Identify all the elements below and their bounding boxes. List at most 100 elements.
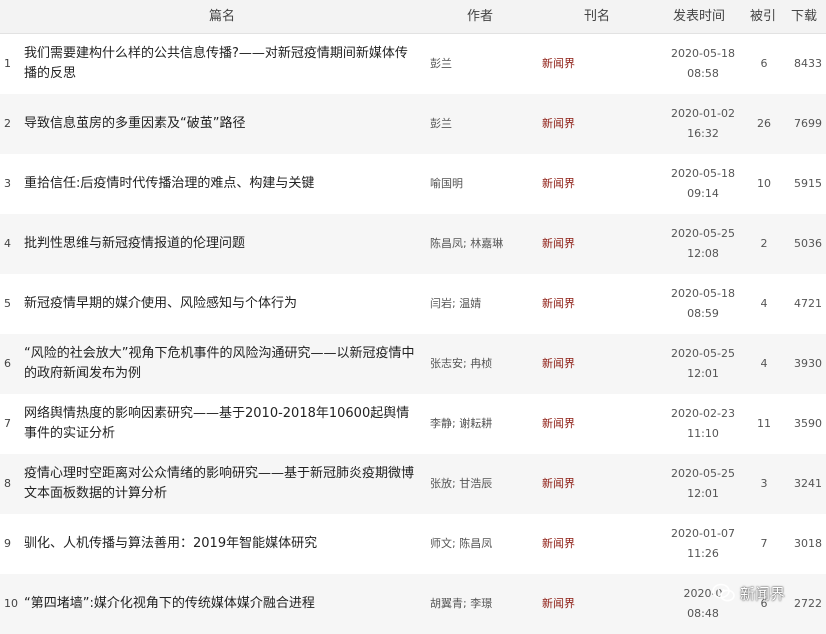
publish-datetime: 2020-05-18 08:58	[662, 44, 744, 84]
col-header-date[interactable]: 发表时间	[673, 0, 725, 33]
table-row: 8 疫情心理时空距离对公众情绪的影响研究——基于新冠肺炎疫期微博文本面板数据的计…	[0, 454, 826, 514]
download-count: 4721	[794, 297, 822, 310]
publish-date: 2020-05-18	[671, 47, 735, 60]
publish-time: 08:48	[687, 607, 719, 620]
article-title-link[interactable]: “第四堵墙”:媒介化视角下的传统媒体媒介融合进程	[24, 594, 420, 614]
row-number: 10	[4, 597, 18, 610]
journal-link[interactable]: 新闻界	[542, 394, 575, 454]
publish-date: 2020-05-25	[671, 347, 735, 360]
download-count: 5915	[794, 177, 822, 190]
col-header-title[interactable]: 篇名	[209, 0, 235, 33]
publish-time: 08:59	[687, 307, 719, 320]
journal-link[interactable]: 新闻界	[542, 334, 575, 394]
journal-link[interactable]: 新闻界	[542, 34, 575, 94]
row-number: 6	[4, 357, 11, 370]
publish-datetime: 2020-01-02 16:32	[662, 104, 744, 144]
table-row: 2 导致信息茧房的多重因素及“破茧”路径 彭兰 新闻界 2020-01-02 16…	[0, 94, 826, 154]
publish-time: 08:58	[687, 67, 719, 80]
download-count: 8433	[794, 57, 822, 70]
publish-date: 2020-02-23	[671, 407, 735, 420]
publish-date: 2020-01-07	[671, 527, 735, 540]
download-count: 3241	[794, 477, 822, 490]
watermark-text: 新闻界	[740, 584, 786, 603]
cited-count: 4	[760, 297, 768, 310]
table-row: 1 我们需要建构什么样的公共信息传播?——对新冠疫情期间新媒体传播的反思 彭兰 …	[0, 34, 826, 94]
row-number: 4	[4, 237, 11, 250]
cited-count: 26	[757, 117, 771, 130]
article-title-link[interactable]: 批判性思维与新冠疫情报道的伦理问题	[24, 234, 420, 254]
row-number: 3	[4, 177, 11, 190]
row-number: 5	[4, 297, 11, 310]
wechat-icon	[712, 583, 736, 603]
cited-count: 7	[760, 537, 768, 550]
article-title-link[interactable]: 疫情心理时空距离对公众情绪的影响研究——基于新冠肺炎疫期微博文本面板数据的计算分…	[24, 464, 420, 504]
publish-date: 2020-05-18	[671, 287, 735, 300]
row-number: 8	[4, 477, 11, 490]
article-title-link[interactable]: 我们需要建构什么样的公共信息传播?——对新冠疫情期间新媒体传播的反思	[24, 44, 420, 84]
publish-datetime: 2020-05-25 12:01	[662, 464, 744, 504]
article-title-link[interactable]: 重拾信任:后疫情时代传播治理的难点、构建与关键	[24, 174, 420, 194]
journal-link[interactable]: 新闻界	[542, 154, 575, 214]
table-row: 7 网络舆情热度的影响因素研究——基于2010-2018年10600起舆情事件的…	[0, 394, 826, 454]
publish-datetime: 2020-05-18 09:14	[662, 164, 744, 204]
publish-datetime: 2020-05-18 08:59	[662, 284, 744, 324]
journal-link[interactable]: 新闻界	[542, 514, 575, 574]
author-link[interactable]: 胡翼青; 李璟	[430, 574, 492, 634]
author-link[interactable]: 张放; 甘浩辰	[430, 454, 492, 514]
publish-datetime: 2020-05-25 12:01	[662, 344, 744, 384]
author-link[interactable]: 陈昌凤; 林嘉琳	[430, 214, 503, 274]
publish-datetime: 2020-05-25 12:08	[662, 224, 744, 264]
table-row: 3 重拾信任:后疫情时代传播治理的难点、构建与关键 喻国明 新闻界 2020-0…	[0, 154, 826, 214]
publish-time: 12:08	[687, 247, 719, 260]
author-link[interactable]: 师文; 陈昌凤	[430, 514, 492, 574]
author-link[interactable]: 张志安; 冉桢	[430, 334, 492, 394]
author-link[interactable]: 彭兰	[430, 34, 452, 94]
journal-link[interactable]: 新闻界	[542, 574, 575, 634]
col-header-downloads[interactable]: 下载	[791, 0, 817, 33]
publish-time: 11:26	[687, 547, 719, 560]
journal-link[interactable]: 新闻界	[542, 214, 575, 274]
cited-count: 6	[760, 57, 768, 70]
table-row: 4 批判性思维与新冠疫情报道的伦理问题 陈昌凤; 林嘉琳 新闻界 2020-05…	[0, 214, 826, 274]
download-count: 3018	[794, 537, 822, 550]
table-header: 篇名 作者 刊名 发表时间 被引 下载	[0, 0, 826, 34]
row-number: 1	[4, 57, 11, 70]
row-number: 2	[4, 117, 11, 130]
table-row: 9 驯化、人机传播与算法善用：2019年智能媒体研究 师文; 陈昌凤 新闻界 2…	[0, 514, 826, 574]
publish-date: 2020-05-18	[671, 167, 735, 180]
cited-count: 10	[757, 177, 771, 190]
col-header-author[interactable]: 作者	[467, 0, 493, 33]
publish-date: 2020-05-25	[671, 467, 735, 480]
results-table: 篇名 作者 刊名 发表时间 被引 下载 1 我们需要建构什么样的公共信息传播?—…	[0, 0, 826, 634]
article-title-link[interactable]: 新冠疫情早期的媒介使用、风险感知与个体行为	[24, 294, 420, 314]
col-header-cited[interactable]: 被引	[750, 0, 776, 33]
col-header-journal[interactable]: 刊名	[584, 0, 610, 33]
publish-time: 16:32	[687, 127, 719, 140]
article-title-link[interactable]: 驯化、人机传播与算法善用：2019年智能媒体研究	[24, 534, 420, 554]
author-link[interactable]: 彭兰	[430, 94, 452, 154]
cited-count: 3	[760, 477, 768, 490]
author-link[interactable]: 喻国明	[430, 154, 463, 214]
publish-datetime: 2020-02-23 11:10	[662, 404, 744, 444]
article-title-link[interactable]: 导致信息茧房的多重因素及“破茧”路径	[24, 114, 420, 134]
publish-time: 09:14	[687, 187, 719, 200]
journal-link[interactable]: 新闻界	[542, 274, 575, 334]
cited-count: 2	[760, 237, 768, 250]
table-row: 5 新冠疫情早期的媒介使用、风险感知与个体行为 闫岩; 温婧 新闻界 2020-…	[0, 274, 826, 334]
publish-time: 12:01	[687, 367, 719, 380]
row-number: 7	[4, 417, 11, 430]
journal-link[interactable]: 新闻界	[542, 454, 575, 514]
cited-count: 4	[760, 357, 768, 370]
publish-date: 2020-01-02	[671, 107, 735, 120]
row-number: 9	[4, 537, 11, 550]
article-title-link[interactable]: “风险的社会放大”视角下危机事件的风险沟通研究——以新冠疫情中的政府新闻发布为例	[24, 344, 420, 384]
author-link[interactable]: 闫岩; 温婧	[430, 274, 481, 334]
table-row: 10 “第四堵墙”:媒介化视角下的传统媒体媒介融合进程 胡翼青; 李璟 新闻界 …	[0, 574, 826, 634]
download-count: 7699	[794, 117, 822, 130]
journal-link[interactable]: 新闻界	[542, 94, 575, 154]
author-link[interactable]: 李静; 谢耘耕	[430, 394, 492, 454]
table-row: 6 “风险的社会放大”视角下危机事件的风险沟通研究——以新冠疫情中的政府新闻发布…	[0, 334, 826, 394]
cited-count: 11	[757, 417, 771, 430]
article-title-link[interactable]: 网络舆情热度的影响因素研究——基于2010-2018年10600起舆情事件的实证…	[24, 404, 420, 444]
download-count: 3590	[794, 417, 822, 430]
